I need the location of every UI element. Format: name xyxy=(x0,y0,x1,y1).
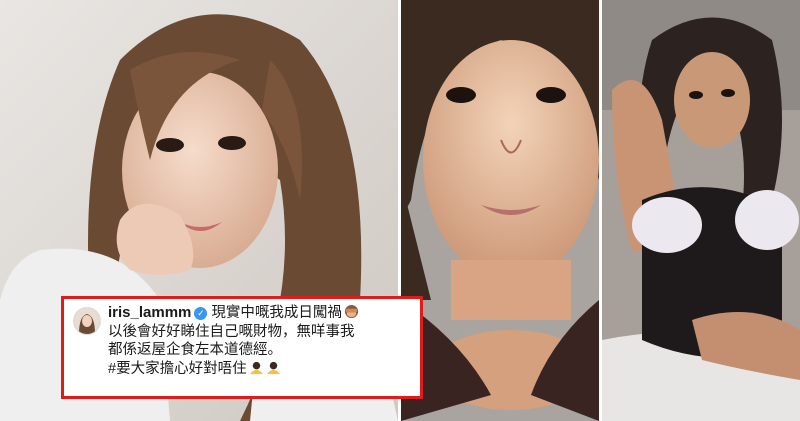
caption-line-1: iris_lammm ✓ 現實中嘅我成日闖禍 xyxy=(108,304,414,323)
caption-line-2: 以後會好好睇住自己嘅財物，無咩事我 xyxy=(108,323,355,340)
photo-middle xyxy=(401,0,599,421)
avatar[interactable] xyxy=(73,307,101,335)
photo-right xyxy=(602,0,800,421)
caption-line-1-text: 現實中嘅我成日闖禍 xyxy=(211,305,342,321)
caption-text: iris_lammm ✓ 現實中嘅我成日闖禍 以後會好好睇住自己嘅財物，無咩事我 都… xyxy=(108,304,414,378)
verified-badge-icon: ✓ xyxy=(194,307,208,320)
caption-line-3: 都係返屋企食左本道德經。 xyxy=(108,342,282,358)
instagram-caption-box: iris_lammm ✓ 現實中嘅我成日闖禍 以後會好好睇住自己嘅財物，無咩事我 都… xyxy=(61,296,423,399)
person-bowing-icon xyxy=(249,360,264,375)
caption-line-4: #要大家擔心好對唔住 xyxy=(108,360,414,379)
person-bowing-icon xyxy=(266,360,281,375)
see-no-evil-monkey-icon xyxy=(344,304,359,319)
username[interactable]: iris_lammm xyxy=(108,304,191,321)
hashtag[interactable]: #要大家擔心好對唔住 xyxy=(108,361,247,377)
